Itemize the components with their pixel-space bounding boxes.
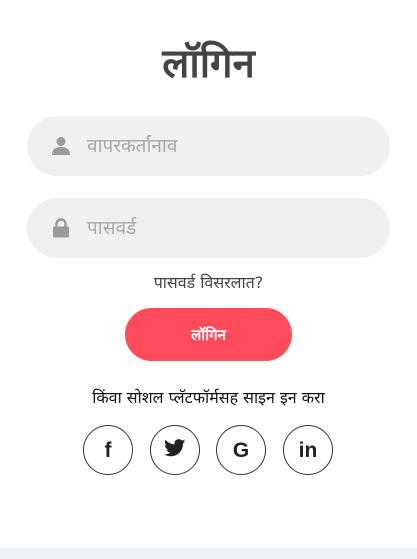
lock-icon [51, 217, 71, 239]
linkedin-button[interactable]: in [283, 425, 333, 475]
login-title: लॉगिन [162, 41, 255, 87]
password-input[interactable] [87, 208, 367, 248]
twitter-icon [164, 439, 186, 461]
twitter-button[interactable] [150, 425, 200, 475]
password-field[interactable] [27, 198, 390, 258]
social-signin-text: किंवा सोशल प्लॅटफॉर्मसह साइन इन करा [92, 388, 325, 407]
login-button[interactable]: लॉगिन [125, 308, 292, 361]
username-field[interactable] [27, 116, 390, 176]
facebook-icon: f [104, 438, 112, 462]
forgot-password-link[interactable]: पासवर्ड विसरलात? [0, 272, 417, 294]
footer-strip [0, 548, 417, 559]
user-icon [51, 135, 71, 157]
facebook-button[interactable]: f [83, 425, 133, 475]
linkedin-icon: in [298, 438, 318, 462]
username-input[interactable] [87, 126, 367, 166]
google-icon: G [232, 438, 250, 462]
google-button[interactable]: G [216, 425, 266, 475]
